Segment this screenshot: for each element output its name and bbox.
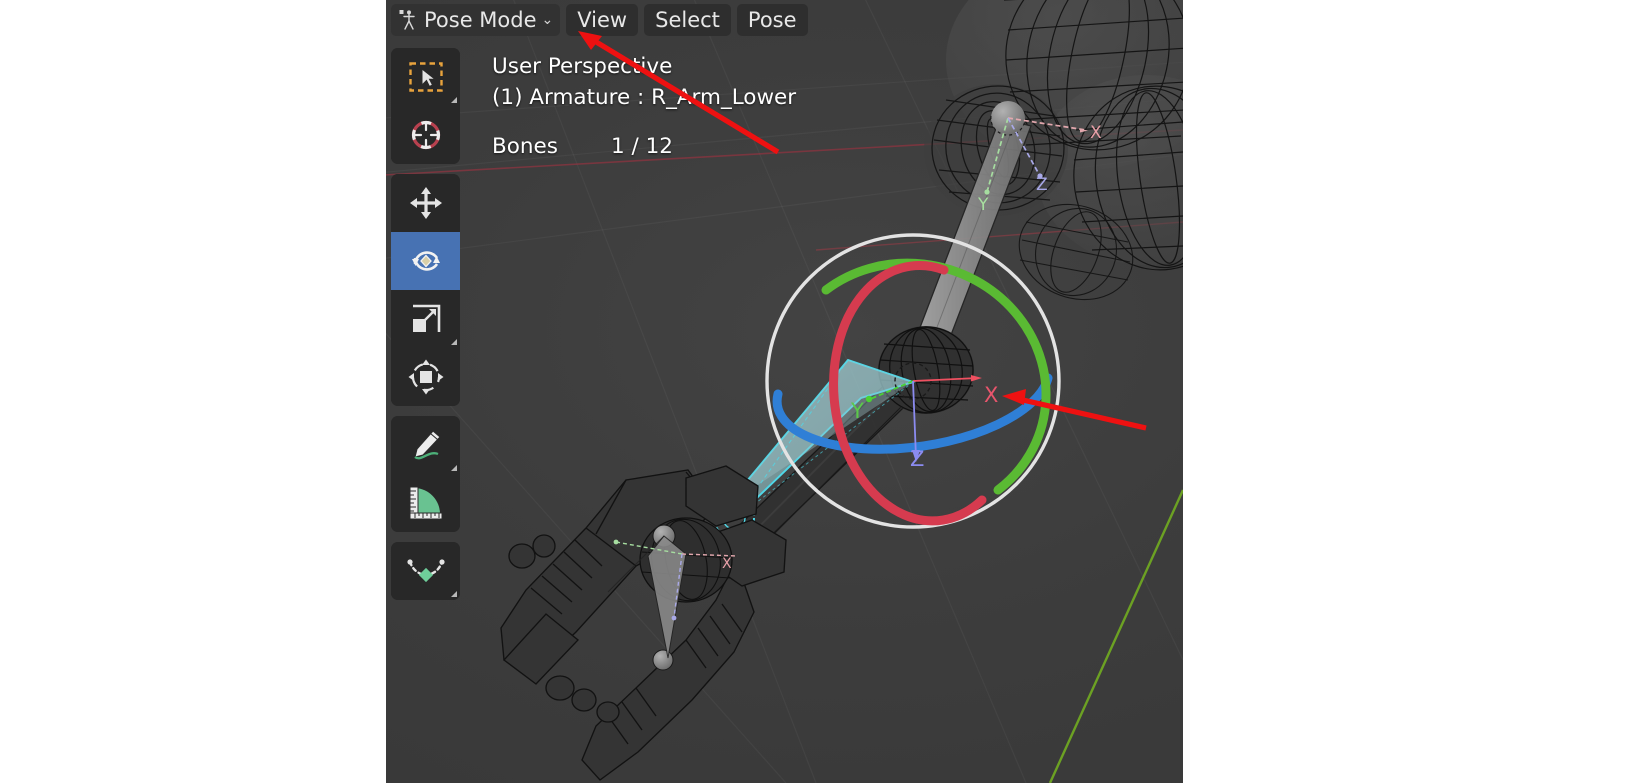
gizmo-axis-label-x: X [984, 383, 998, 407]
pose-mode-icon [399, 9, 418, 31]
bone-axis-label-x: X [1090, 123, 1102, 143]
bone-axis-letters-gripper: X [722, 556, 732, 572]
menu-view-label: View [577, 7, 628, 32]
gripper-axis-label-x: X [722, 556, 732, 572]
tool-group-transform [391, 174, 460, 406]
menu-select-label: Select [655, 7, 720, 32]
tool-group-annotate [391, 416, 460, 532]
tool-move[interactable] [391, 174, 460, 232]
bone-axis-label-z: Z [1036, 175, 1048, 195]
rotate-icon [411, 251, 440, 271]
menu-pose-label: Pose [747, 7, 797, 32]
chevron-down-icon: ⌄ [541, 12, 554, 28]
page-root: { "app": { "name": "Blender 3D Viewport"… [0, 0, 1650, 783]
menu-select[interactable]: Select [644, 4, 731, 36]
tool-submenu-indicator[interactable] [451, 591, 457, 597]
select-box-icon [408, 62, 443, 92]
tool-submenu-indicator[interactable] [451, 465, 457, 471]
scale-icon [412, 304, 440, 332]
tool-group-pose [391, 542, 460, 600]
move-icon [409, 187, 442, 219]
tool-rotate[interactable] [391, 232, 460, 290]
annotate-pencil-icon [413, 430, 441, 460]
tool-breakdowner[interactable] [391, 542, 460, 600]
tool-group-select [391, 48, 460, 164]
menu-pose[interactable]: Pose [736, 4, 808, 36]
grid-axis-y [1048, 489, 1183, 783]
tool-annotate[interactable] [391, 416, 460, 474]
cursor-3d-icon [411, 120, 440, 150]
mode-selector-label: Pose Mode [424, 7, 537, 32]
transform-icon [408, 359, 443, 395]
measure-ruler-icon [409, 486, 442, 520]
bone-axis-label-y: Y [977, 195, 989, 215]
menu-view[interactable]: View [566, 4, 639, 36]
tool-submenu-indicator[interactable] [451, 97, 457, 103]
tool-transform[interactable] [391, 348, 460, 406]
tool-scale[interactable] [391, 290, 460, 348]
gizmo-axis-label-y: Y [850, 399, 864, 423]
gizmo-axis-label-z: Z [910, 447, 924, 471]
tool-measure[interactable] [391, 474, 460, 532]
tool-tweak-select-box[interactable] [391, 48, 460, 106]
tool-cursor[interactable] [391, 106, 460, 164]
rotate-gizmo[interactable] [765, 233, 1061, 529]
blender-3d-viewport[interactable]: X Y Z X Y Z X Pose Mode ⌄ View Select Po… [386, 0, 1183, 783]
breakdowner-icon [406, 559, 445, 583]
tool-submenu-indicator[interactable] [451, 339, 457, 345]
scene-3d-content: X Y Z X Y Z X [386, 0, 1183, 783]
viewport-toolbar[interactable] [391, 48, 460, 600]
mode-selector-dropdown[interactable]: Pose Mode ⌄ [391, 4, 561, 36]
viewport-header: Pose Mode ⌄ View Select Pose [386, 0, 1183, 40]
